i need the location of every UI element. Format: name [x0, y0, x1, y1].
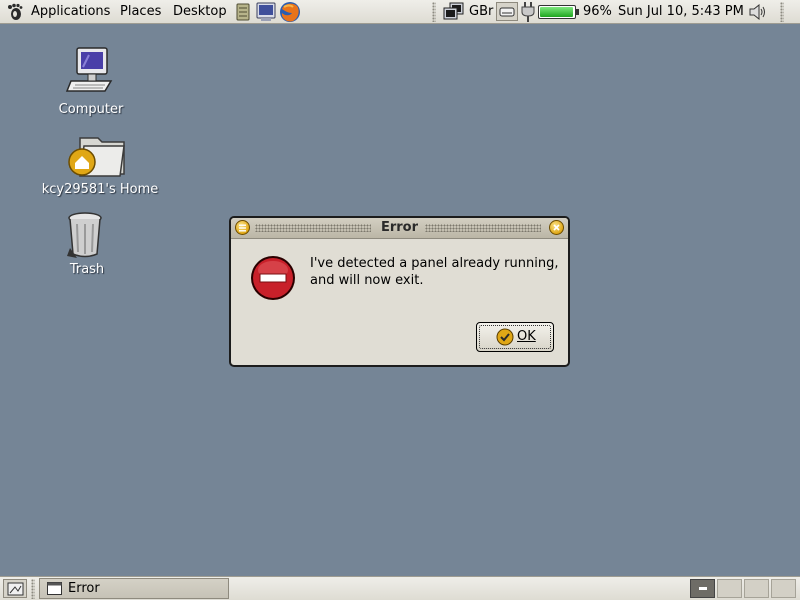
show-desktop-button[interactable]	[3, 579, 27, 598]
panel-separator-right	[780, 2, 784, 22]
window-icon	[47, 582, 62, 595]
workspace-1[interactable]	[690, 579, 715, 598]
desktop-icon-trash[interactable]: Trash	[52, 212, 122, 280]
battery-level-fill	[540, 7, 573, 17]
clock[interactable]: Sun Jul 10, 5:43 PM	[618, 0, 744, 24]
drive-button[interactable]	[496, 2, 518, 21]
titlebar-grip-left	[255, 224, 371, 232]
panel-separator	[432, 2, 436, 22]
menu-lines-icon	[239, 224, 246, 232]
workspace-4[interactable]	[771, 579, 796, 598]
taskbar-button-error[interactable]: Error	[39, 578, 229, 599]
error-message: I've detected a panel already running, a…	[310, 255, 558, 289]
workspace-1-window	[699, 587, 707, 590]
terminal-launcher-icon[interactable]	[256, 2, 276, 22]
drive-icon	[499, 7, 515, 17]
bottom-panel-separator	[31, 579, 35, 599]
show-desktop-icon	[7, 582, 24, 596]
battery-percent: 96%	[583, 4, 612, 19]
desktop-icon-label: Computer	[58, 102, 124, 117]
desktop-icon-label: kcy29581's Home	[41, 182, 159, 197]
home-folder-icon	[68, 137, 125, 177]
volume-icon[interactable]	[749, 4, 769, 20]
bottom-panel: Error	[0, 576, 800, 600]
ok-button[interactable]: OK	[476, 322, 554, 352]
workspace-3[interactable]	[744, 579, 769, 598]
desktop-icon-home[interactable]: kcy29581's Home	[40, 132, 160, 200]
workspace-2[interactable]	[717, 579, 742, 598]
network-icon[interactable]	[443, 2, 465, 22]
dialog-titlebar[interactable]: Error	[231, 218, 568, 239]
notes-launcher-icon[interactable]	[236, 3, 250, 21]
ok-button-focus-ring	[479, 325, 551, 349]
error-message-line-1: I've detected a panel already running,	[310, 256, 559, 271]
titlebar-grip-right	[425, 224, 541, 232]
power-plug-icon	[521, 2, 535, 22]
keyboard-layout-indicator[interactable]: GBr	[469, 0, 493, 24]
trash-icon	[67, 212, 102, 258]
gnome-foot-icon[interactable]	[6, 3, 24, 21]
battery-icon[interactable]	[538, 5, 576, 19]
menu-desktop[interactable]: Desktop	[173, 0, 227, 24]
ok-button-label: OK	[517, 329, 536, 344]
top-panel: Applications Places Desktop GBr 96% Sun …	[0, 0, 800, 24]
menu-applications[interactable]: Applications	[31, 0, 110, 24]
computer-icon	[65, 47, 113, 92]
error-icon	[251, 256, 295, 300]
error-message-line-2: and will now exit.	[310, 273, 424, 288]
close-icon	[553, 224, 560, 231]
desktop-icon-computer[interactable]: Computer	[55, 45, 127, 120]
ok-check-icon	[496, 328, 514, 346]
firefox-launcher-icon[interactable]	[279, 1, 301, 23]
menu-places[interactable]: Places	[120, 0, 161, 24]
error-dialog: Error I've detected a panel already runn…	[229, 216, 570, 367]
close-button[interactable]	[549, 220, 564, 235]
desktop-icon-label: Trash	[69, 262, 105, 277]
battery-tip	[576, 9, 579, 15]
taskbar-button-label: Error	[68, 581, 100, 596]
window-menu-button[interactable]	[235, 220, 250, 235]
